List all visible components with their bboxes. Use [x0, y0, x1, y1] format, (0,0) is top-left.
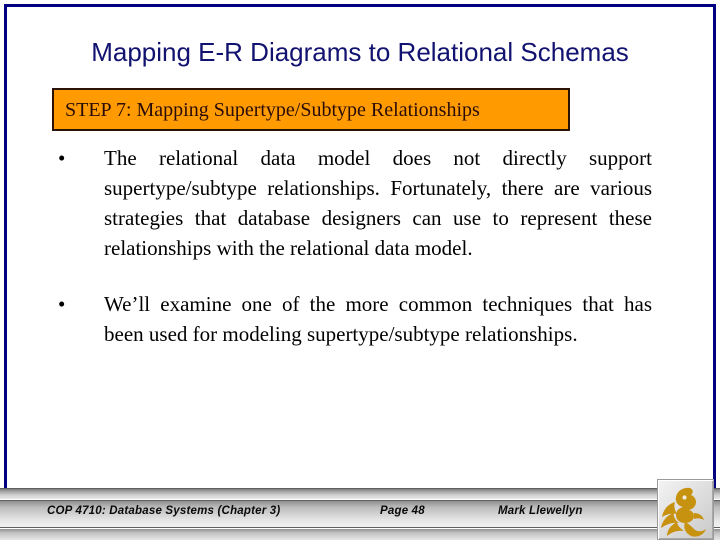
slide-border-right: [713, 4, 716, 488]
slide-canvas: Mapping E-R Diagrams to Relational Schem…: [0, 0, 720, 540]
page-title: Mapping E-R Diagrams to Relational Schem…: [91, 37, 629, 67]
footer-accent-bar-top: [0, 488, 720, 499]
list-item: • We’ll examine one of the more common t…: [52, 289, 652, 349]
footer-accent-bar-bottom: [0, 529, 720, 540]
footer-page-number: Page 48: [380, 505, 425, 517]
step-banner: STEP 7: Mapping Supertype/Subtype Relati…: [52, 88, 570, 131]
bullet-text: We’ll examine one of the more common tec…: [104, 292, 652, 346]
slide-border-top: [4, 4, 716, 7]
pegasus-icon: [661, 487, 706, 537]
bullet-marker-icon: •: [58, 292, 66, 316]
bullet-marker-icon: •: [58, 146, 66, 170]
ucf-pegasus-logo: [657, 479, 714, 540]
footer-author-label: Mark Llewellyn: [498, 505, 583, 517]
slide-border-left: [4, 4, 7, 488]
bullet-text: The relational data model does not direc…: [104, 146, 652, 260]
bullet-list: • The relational data model does not dir…: [52, 143, 652, 375]
step-banner-label: STEP 7: Mapping Supertype/Subtype Relati…: [65, 98, 480, 121]
footer-course-label: COP 4710: Database Systems (Chapter 3): [47, 505, 281, 517]
list-item: • The relational data model does not dir…: [52, 143, 652, 263]
